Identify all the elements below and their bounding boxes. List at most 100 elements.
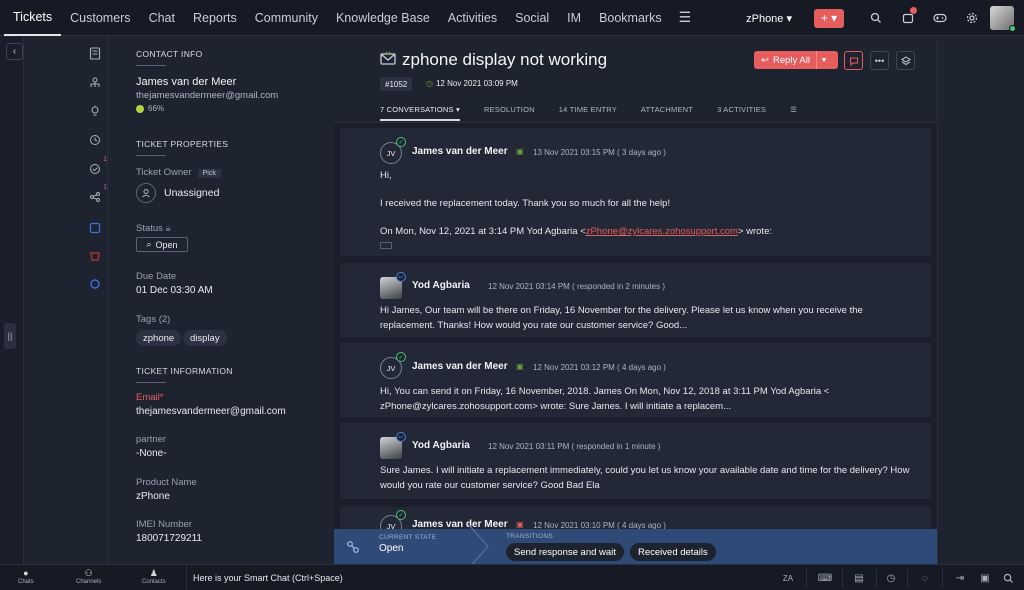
top-navigation: Tickets Customers Chat Reports Community…: [0, 0, 1024, 36]
search-icon[interactable]: [1000, 570, 1016, 586]
status-dropdown[interactable]: ⌕ Open: [136, 237, 188, 252]
gamepad-icon[interactable]: [926, 4, 954, 32]
add-new-button[interactable]: + ▾: [814, 8, 844, 28]
tab-resolution[interactable]: RESOLUTION: [484, 105, 535, 121]
thread-author: James van der Meer: [412, 146, 508, 157]
agent-reply-icon: ↩: [396, 272, 406, 282]
email-link[interactable]: zPhone@zylcares.zohosupport.com: [586, 226, 738, 237]
tab-customers[interactable]: Customers: [61, 0, 139, 36]
divider: [806, 569, 807, 587]
channels-button[interactable]: ⚇ Channels: [76, 568, 101, 585]
conversation-thread[interactable]: JV ✓ James van der Meer ▣ 12 Nov 2021 03…: [340, 507, 931, 529]
right-panel: [937, 37, 1024, 564]
integration-red-icon[interactable]: [87, 248, 103, 264]
more-options-icon[interactable]: •••: [870, 51, 889, 70]
ticket-owner-field[interactable]: Unassigned: [136, 183, 219, 203]
notes-icon[interactable]: ▤: [851, 570, 867, 586]
tab-chat[interactable]: Chat: [140, 0, 184, 36]
conversation-thread[interactable]: JV ✓ James van der Meer ▣ 12 Nov 2021 03…: [340, 343, 931, 417]
chats-button[interactable]: ● Chats: [18, 568, 34, 585]
clock-icon[interactable]: ◷: [883, 570, 899, 586]
hamburger-icon[interactable]: ☰: [671, 9, 700, 26]
happiness-dot-icon: [136, 104, 144, 113]
ticket-created-value: 12 Nov 2021 03:09 PM: [435, 79, 518, 88]
integration-blue-icon[interactable]: [87, 276, 103, 292]
imei-value[interactable]: 180071729211: [136, 533, 202, 544]
left-rail: ‹ ||: [0, 37, 24, 564]
conversation-thread[interactable]: JV ✓ James van der Meer ▣ 13 Nov 2021 03…: [340, 128, 931, 256]
reply-all-icon: ↩: [761, 54, 769, 66]
briefcase-icon[interactable]: ▣: [977, 570, 993, 586]
tab-activities[interactable]: 3 ACTIVITIES: [717, 105, 766, 121]
tab-conversations[interactable]: 7 CONVERSATIONS ▾: [380, 105, 460, 121]
thread-author: Yod Agbaria: [412, 280, 470, 291]
incoming-mail-icon: ▣: [516, 520, 524, 529]
thread-body: Hi James, Our team will be there on Frid…: [380, 305, 863, 331]
zoho-crm-icon[interactable]: [87, 220, 103, 236]
tab-social[interactable]: Social: [506, 0, 558, 36]
tab-attachment[interactable]: ATTACHMENT: [641, 105, 693, 121]
tab-knowledge-base[interactable]: Knowledge Base: [327, 0, 439, 36]
ticket-properties-heading: TICKET PROPERTIES: [136, 139, 228, 156]
partner-value[interactable]: -None-: [136, 448, 167, 459]
chat-bubble-icon: ●: [23, 568, 29, 578]
blueprint-transition-bar: CURRENT STATE Open TRANSITIONS Send resp…: [334, 524, 937, 569]
comment-icon[interactable]: [844, 51, 863, 70]
user-avatar[interactable]: [990, 6, 1016, 32]
language-toggle[interactable]: ZA: [780, 570, 796, 586]
tab-bookmarks[interactable]: Bookmarks: [590, 0, 671, 36]
bulb-icon[interactable]: [87, 103, 103, 119]
reply-all-label[interactable]: ↩ Reply All: [754, 51, 817, 69]
ticket-icon-rail: 1 1: [82, 37, 108, 564]
history-icon[interactable]: [87, 132, 103, 148]
collapse-handle-icon[interactable]: ||: [4, 323, 16, 349]
back-chevron-icon[interactable]: ‹: [6, 43, 23, 60]
product-name-value[interactable]: zPhone: [136, 491, 170, 502]
conversation-thread[interactable]: ↩ Yod Agbaria 12 Nov 2021 03:14 PM ( res…: [340, 263, 931, 337]
ticket-subject-row: zphone display not working: [380, 50, 607, 70]
tab-tickets[interactable]: Tickets: [4, 0, 62, 36]
notifications-icon[interactable]: [894, 4, 922, 32]
email-value[interactable]: thejamesvandermeer@gmail.com: [136, 406, 286, 417]
partner-label: partner: [136, 434, 167, 445]
tab-activities[interactable]: Activities: [439, 0, 506, 36]
transition-received-details-button[interactable]: Received details: [630, 543, 716, 561]
tab-reports[interactable]: Reports: [184, 0, 246, 36]
ticket-owner-value: Unassigned: [164, 187, 220, 199]
tab-im[interactable]: IM: [558, 0, 590, 36]
thread-line-post: > wrote:: [737, 226, 772, 237]
layers-icon[interactable]: [896, 51, 915, 70]
thread-line: Hi,: [380, 170, 392, 181]
tabs-more-icon[interactable]: ☰: [790, 105, 797, 121]
contacts-button[interactable]: ♟ Contacts: [142, 568, 166, 585]
contact-name[interactable]: James van der Meer: [136, 76, 236, 88]
smart-chat-input[interactable]: Here is your Smart Chat (Ctrl+Space): [186, 565, 343, 590]
thread-meta: 12 Nov 2021 03:12 PM ( 4 days ago ): [533, 363, 666, 372]
tab-community[interactable]: Community: [246, 0, 327, 36]
due-date-value[interactable]: 01 Dec 03:30 AM: [136, 285, 213, 296]
settings-gear-icon[interactable]: [958, 4, 986, 32]
lock-icon: 🔒︎: [165, 223, 171, 234]
tab-time-entry[interactable]: 14 TIME ENTRY: [559, 105, 617, 121]
tag-chip[interactable]: display: [183, 330, 227, 346]
conversation-thread[interactable]: ↩ Yod Agbaria 12 Nov 2021 03:11 PM ( res…: [340, 423, 931, 499]
chat-icon[interactable]: ◌: [917, 570, 933, 586]
incoming-mail-icon: ▣: [516, 147, 524, 156]
ticket-subject: zphone display not working: [402, 50, 608, 69]
state-arrow-icon: [467, 524, 490, 569]
show-quote-icon[interactable]: [380, 242, 392, 249]
keyboard-icon[interactable]: ⌨: [817, 570, 833, 586]
pick-owner-button[interactable]: Pick: [197, 169, 221, 178]
share-icon[interactable]: 1: [87, 184, 107, 205]
export-icon[interactable]: ⇥: [952, 570, 968, 586]
reply-all-dropdown-icon[interactable]: ▼: [817, 57, 831, 64]
department-switcher[interactable]: zPhone ▾: [746, 12, 792, 25]
search-icon[interactable]: [862, 4, 890, 32]
transition-send-response-button[interactable]: Send response and wait: [506, 543, 624, 561]
contact-tree-icon[interactable]: [87, 75, 103, 91]
thread-meta: 12 Nov 2021 03:10 PM ( 4 days ago ): [533, 521, 666, 529]
approval-check-icon[interactable]: 1: [87, 156, 107, 177]
tag-chip[interactable]: zphone: [136, 330, 182, 346]
ticket-details-icon[interactable]: [87, 45, 103, 61]
reply-all-button[interactable]: ↩ Reply All ▼: [754, 51, 838, 69]
